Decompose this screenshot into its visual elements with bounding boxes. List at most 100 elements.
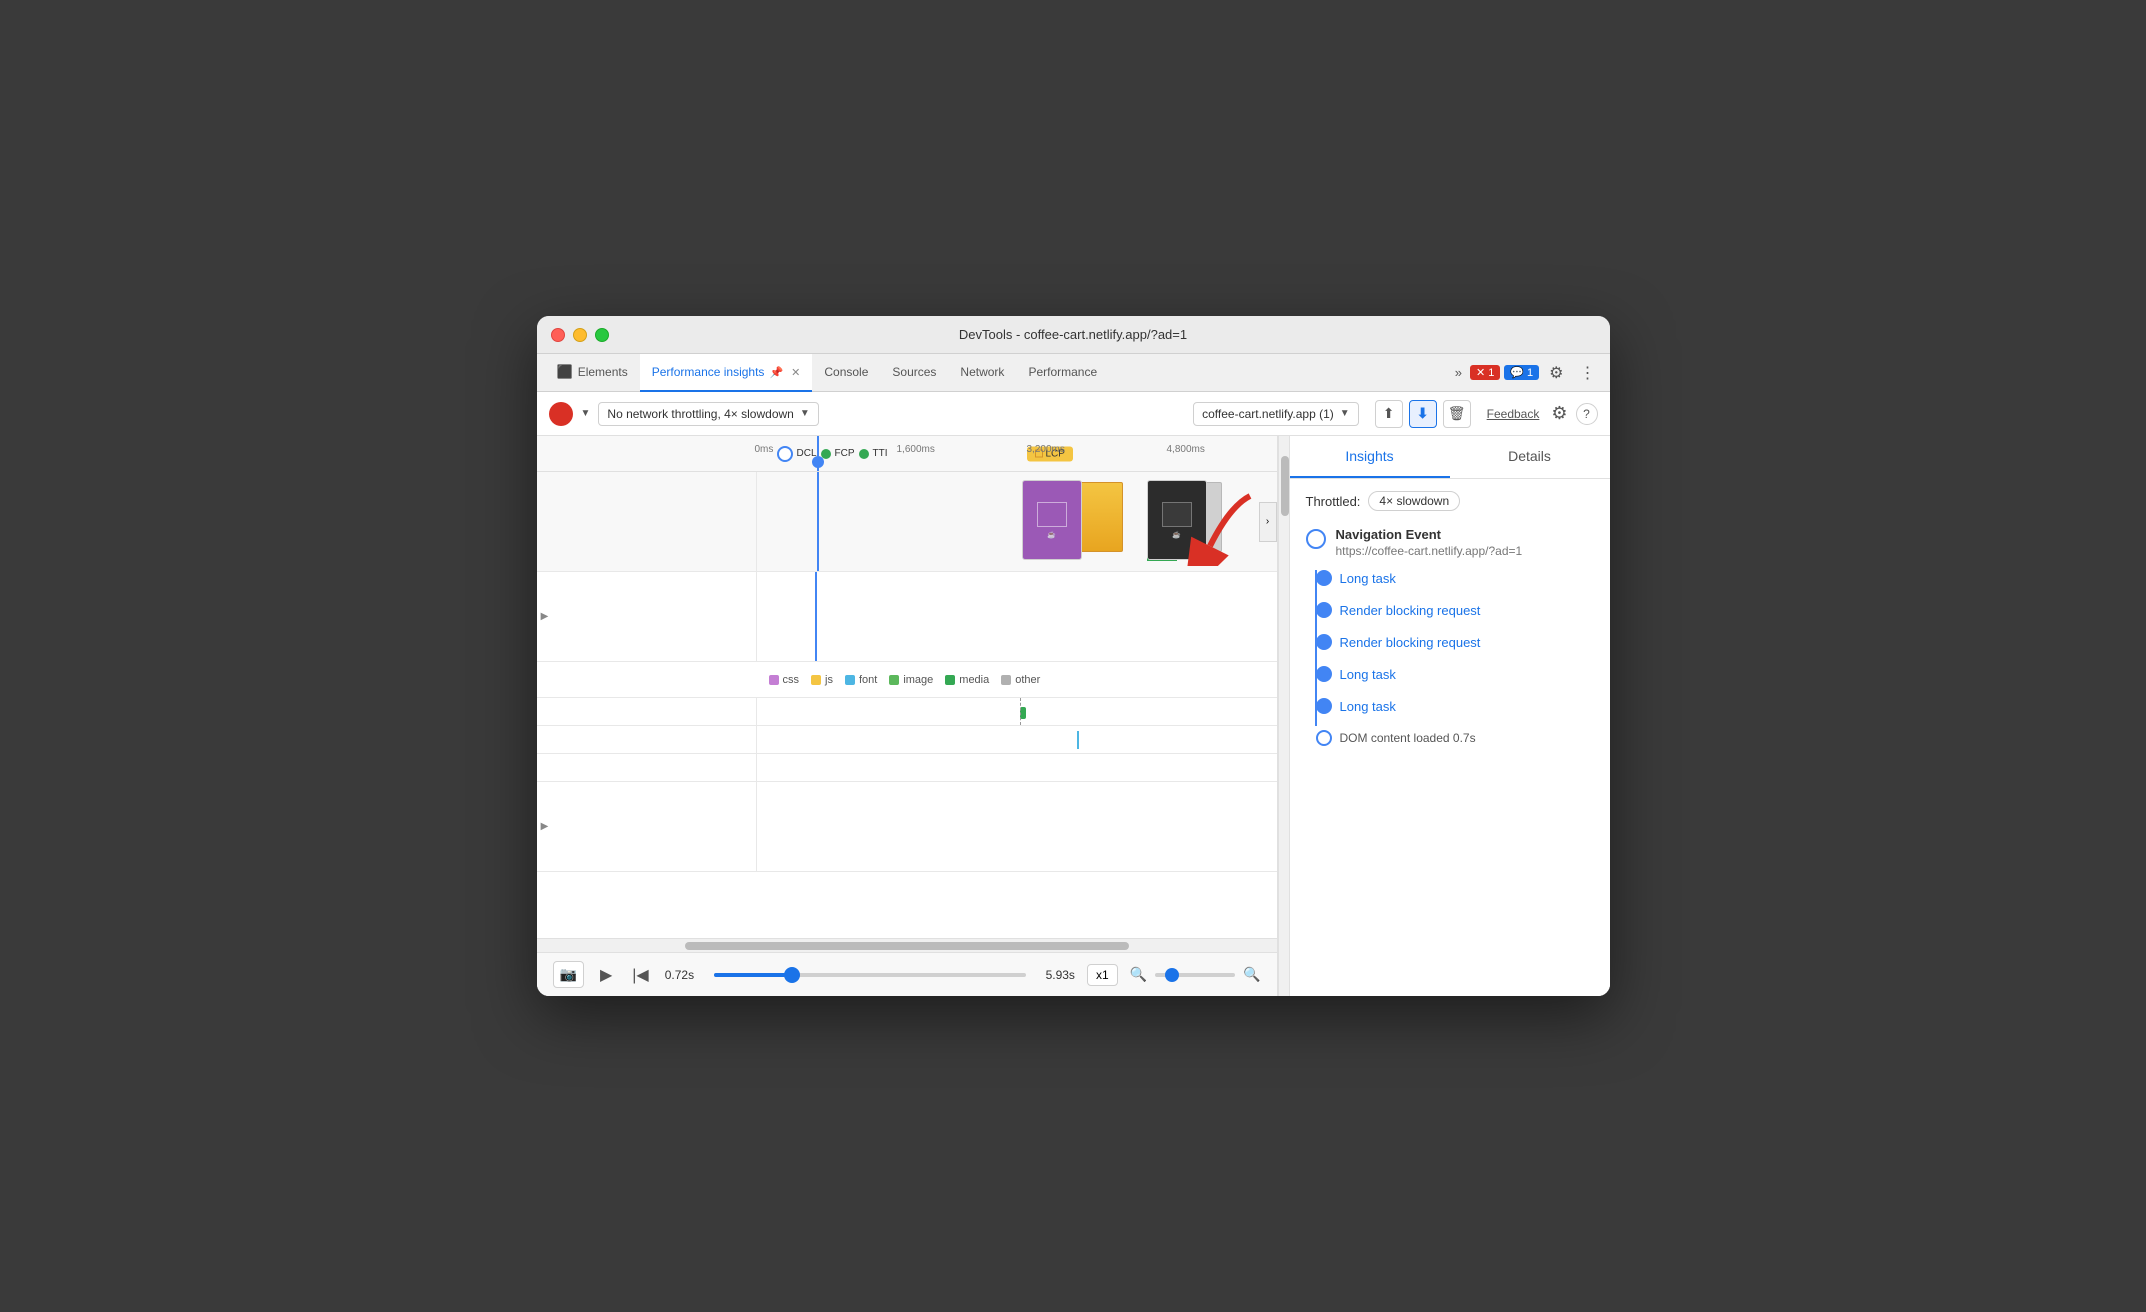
throttled-label: Throttled: xyxy=(1306,494,1361,509)
cyan-bar xyxy=(1077,731,1079,749)
zoom-out-icon[interactable]: 🔍 xyxy=(1130,966,1147,983)
tab-elements-label: Elements xyxy=(578,365,628,379)
timeline-scrollbar[interactable] xyxy=(537,938,1277,952)
time-slider[interactable] xyxy=(714,973,1026,977)
nt1-area xyxy=(757,698,1277,725)
close-button[interactable] xyxy=(551,328,565,342)
css-color xyxy=(769,675,779,685)
time-slider-thumb[interactable] xyxy=(784,967,800,983)
zoom-slider-thumb[interactable] xyxy=(1165,968,1179,982)
main-track: ▶ xyxy=(537,572,1277,662)
timeline-dot-2 xyxy=(1316,634,1332,650)
message-badge: 💬 1 xyxy=(1504,365,1539,380)
tab-details[interactable]: Details xyxy=(1450,436,1610,478)
fcp-label: FCP xyxy=(835,448,855,459)
track-expand-2[interactable]: ▶ xyxy=(537,782,553,871)
legend-font: font xyxy=(845,674,877,686)
filmstrip-label xyxy=(537,472,757,571)
tab-sources-label: Sources xyxy=(892,365,936,379)
zoom-in-icon[interactable]: 🔍 xyxy=(1243,966,1260,983)
play-button[interactable]: ▶ xyxy=(596,961,616,989)
maximize-button[interactable] xyxy=(595,328,609,342)
tab-elements[interactable]: ⬛ Elements xyxy=(545,354,640,392)
legend-media: media xyxy=(945,674,989,686)
track-cursor-1 xyxy=(815,572,817,661)
track-area-1 xyxy=(757,572,1277,661)
scrollbar-thumb[interactable] xyxy=(685,942,1129,950)
tab-console[interactable]: Console xyxy=(812,354,880,392)
insights-content: Throttled: 4× slowdown Navigation Event … xyxy=(1290,479,1610,996)
tab-close-icon[interactable]: ✕ xyxy=(791,366,800,379)
legend-items: css js font image xyxy=(757,674,1053,686)
image-label: image xyxy=(903,674,933,686)
other-color xyxy=(1001,675,1011,685)
throttle-label: No network throttling, 4× slowdown xyxy=(607,407,793,421)
tab-performance-label: Performance xyxy=(1028,365,1097,379)
details-tab-label: Details xyxy=(1508,448,1551,464)
nav-event-title: Navigation Event xyxy=(1336,527,1523,542)
track-label-2 xyxy=(553,782,757,871)
speed-label: x1 xyxy=(1096,968,1109,982)
insight-link-3[interactable]: Long task xyxy=(1340,667,1396,682)
more-options-icon[interactable]: ⋮ xyxy=(1574,363,1602,383)
tab-console-label: Console xyxy=(824,365,868,379)
delete-button[interactable]: 🗑 xyxy=(1443,400,1471,428)
cursor-dot xyxy=(812,456,824,468)
feedback-link[interactable]: Feedback xyxy=(1487,407,1540,421)
tab-performance-insights[interactable]: Performance insights 📌 ✕ xyxy=(640,354,813,392)
insight-link-0[interactable]: Long task xyxy=(1340,571,1396,586)
media-color xyxy=(945,675,955,685)
nt3-area xyxy=(757,754,1277,781)
upload-button[interactable]: ⬆ xyxy=(1375,400,1403,428)
zoom-slider[interactable] xyxy=(1155,973,1235,977)
record-button[interactable] xyxy=(549,402,573,426)
filmstrip-frame-2: ☕ xyxy=(1147,480,1207,560)
record-dropdown-arrow[interactable]: ▼ xyxy=(581,408,591,419)
tab-insights[interactable]: Insights xyxy=(1290,436,1450,478)
tick-0ms: 0ms xyxy=(755,444,774,455)
toolbar-settings-icon[interactable]: ⚙ xyxy=(1551,403,1567,424)
insight-link-4[interactable]: Long task xyxy=(1340,699,1396,714)
insight-item-0: Long task xyxy=(1316,570,1594,586)
screenshot-toggle-button[interactable]: 📷 xyxy=(553,961,584,988)
throttle-select[interactable]: No network throttling, 4× slowdown ▼ xyxy=(598,402,818,426)
tab-network[interactable]: Network xyxy=(948,354,1016,392)
filmstrip-collapse-button[interactable]: › xyxy=(1259,502,1277,542)
insight-link-1[interactable]: Render blocking request xyxy=(1340,603,1481,618)
minimize-button[interactable] xyxy=(573,328,587,342)
tab-bar: ⬛ Elements Performance insights 📌 ✕ Cons… xyxy=(537,354,1610,392)
tab-more-button[interactable]: » xyxy=(1451,365,1466,380)
end-time-label: 5.93s xyxy=(1046,968,1075,982)
nav-event-url: https://coffee-cart.netlify.app/?ad=1 xyxy=(1336,544,1523,558)
settings-icon[interactable]: ⚙ xyxy=(1543,363,1569,383)
nt3-spacer xyxy=(537,754,553,781)
url-select[interactable]: coffee-cart.netlify.app (1) ▼ xyxy=(1193,402,1359,426)
tab-performance[interactable]: Performance xyxy=(1016,354,1109,392)
vertical-scrollbar[interactable] xyxy=(1278,436,1290,996)
zoom-controls: 🔍 🔍 xyxy=(1130,966,1261,983)
window-title: DevTools - coffee-cart.netlify.app/?ad=1 xyxy=(959,327,1187,342)
timeline-dot-3 xyxy=(1316,666,1332,682)
tab-sources[interactable]: Sources xyxy=(880,354,948,392)
download-button[interactable]: ⬇ xyxy=(1409,400,1437,428)
nt2-area xyxy=(757,726,1277,753)
image-color xyxy=(889,675,899,685)
timeline-panel: DCL FCP TTI LCP 0ms 1,600ms 3,200ms 4,80… xyxy=(537,436,1278,996)
playback-bar: 📷 ▶ |◀ 0.72s 5.93s x1 🔍 🔍 xyxy=(537,952,1277,996)
insight-link-2[interactable]: Render blocking request xyxy=(1340,635,1481,650)
insight-item-4: Long task xyxy=(1316,698,1594,714)
legend-track: css js font image xyxy=(537,662,1277,698)
track-expand-1[interactable]: ▶ xyxy=(537,572,553,661)
timeline-cursor[interactable] xyxy=(817,436,819,471)
speed-select[interactable]: x1 xyxy=(1087,964,1118,986)
vertical-scrollbar-thumb[interactable] xyxy=(1281,456,1289,516)
insights-panel: Insights Details Throttled: 4× slowdown … xyxy=(1290,436,1610,996)
toolbar-help-icon[interactable]: ? xyxy=(1576,403,1598,425)
insight-item-2: Render blocking request xyxy=(1316,634,1594,650)
main-content: DCL FCP TTI LCP 0ms 1,600ms 3,200ms 4,80… xyxy=(537,436,1610,996)
timeline-tracks: ▶ css xyxy=(537,572,1277,938)
network-track-1 xyxy=(537,698,1277,726)
filmstrip-area: ☕ ☕ › xyxy=(757,472,1277,571)
insights-tabs: Insights Details xyxy=(1290,436,1610,479)
skip-to-start-button[interactable]: |◀ xyxy=(628,961,652,989)
